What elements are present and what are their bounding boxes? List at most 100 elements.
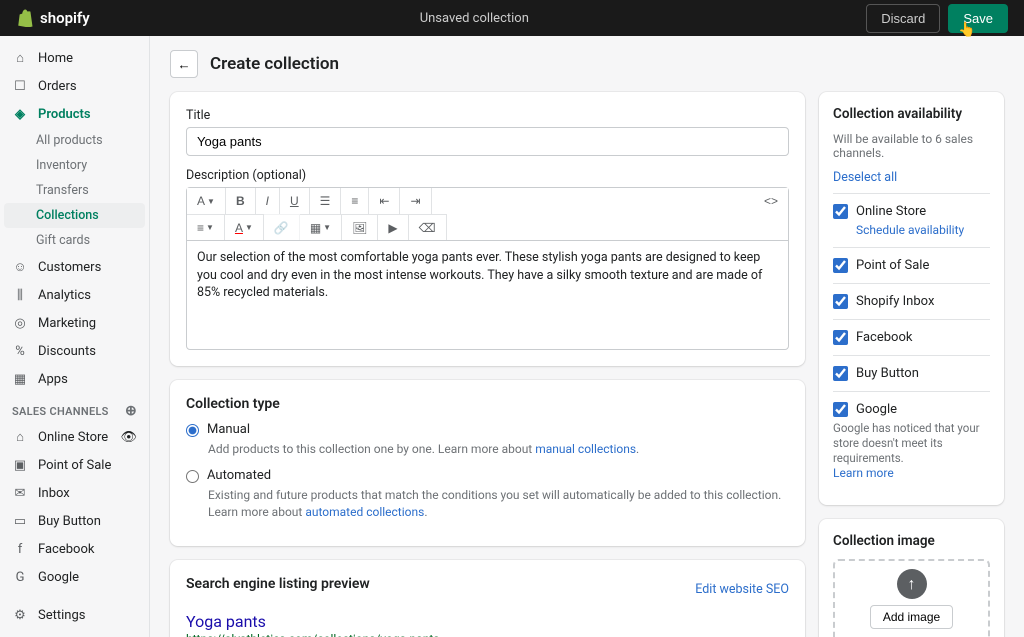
rte-link[interactable]: 🔗	[264, 214, 300, 240]
check-online-store[interactable]	[833, 204, 848, 219]
nav-apps[interactable]: ▦Apps	[0, 365, 149, 393]
rte-italic[interactable]: I	[256, 188, 280, 214]
chevron-down-icon: ▼	[323, 223, 331, 232]
nav-all-products[interactable]: All products	[0, 128, 149, 153]
rte-video[interactable]: ▶	[378, 214, 408, 240]
rte-font-dropdown[interactable]: A ▼	[187, 188, 226, 214]
nav-pos[interactable]: ▣Point of Sale	[0, 451, 149, 479]
rte-align-dropdown[interactable]: ≡ ▼	[187, 214, 225, 240]
seo-heading: Search engine listing preview	[186, 576, 370, 592]
rte-indent[interactable]: ⇥	[400, 188, 431, 214]
check-pos[interactable]	[833, 258, 848, 273]
deselect-all-link[interactable]: Deselect all	[833, 170, 990, 185]
collection-type-card: Collection type Manual Add products to t…	[170, 380, 805, 546]
marketing-icon: ◎	[12, 315, 28, 331]
check-inbox[interactable]	[833, 294, 848, 309]
chevron-down-icon: ▼	[206, 223, 214, 232]
title-input[interactable]	[186, 127, 789, 156]
nav-collections[interactable]: Collections	[4, 203, 145, 228]
nav-online-store[interactable]: ⌂Online Store👁	[0, 423, 149, 451]
nav-buy-button[interactable]: ▭Buy Button	[0, 507, 149, 535]
nav-orders[interactable]: ☐Orders	[0, 72, 149, 100]
topbar-status: Unsaved collection	[420, 11, 867, 26]
title-label: Title	[186, 108, 789, 123]
nav-inventory[interactable]: Inventory	[0, 153, 149, 178]
chevron-down-icon: ▼	[207, 197, 215, 206]
home-icon: ⌂	[12, 50, 28, 66]
rte-table-dropdown[interactable]: ▦ ▼	[300, 214, 342, 240]
image-heading: Collection image	[833, 533, 990, 549]
nav-home[interactable]: ⌂Home	[0, 44, 149, 72]
rte-image[interactable]: 🖼	[342, 214, 378, 240]
rte-underline[interactable]: U	[280, 188, 310, 214]
manual-label: Manual	[207, 422, 250, 437]
rte-clear[interactable]: ⌫	[409, 214, 447, 240]
automated-radio[interactable]	[186, 470, 199, 483]
rte-outdent[interactable]: ⇤	[369, 188, 400, 214]
rte-code-view[interactable]: <>	[754, 188, 788, 214]
discard-button[interactable]: Discard	[866, 4, 940, 33]
nav-transfers[interactable]: Transfers	[0, 178, 149, 203]
nav-facebook[interactable]: fFacebook	[0, 535, 149, 563]
store-icon: ⌂	[12, 429, 28, 445]
desc-label: Description (optional)	[186, 168, 789, 183]
nav-products[interactable]: ◈Products	[0, 100, 149, 128]
automated-link[interactable]: automated collections	[305, 505, 424, 519]
save-button[interactable]: Save	[948, 4, 1008, 33]
back-button[interactable]: ←	[170, 50, 198, 78]
arrow-left-icon: ←	[177, 57, 190, 72]
rte-number-list[interactable]: ≡	[341, 188, 369, 214]
rte-bold[interactable]: B	[226, 188, 256, 214]
nav-google[interactable]: GGoogle	[0, 563, 149, 591]
rte-bullet-list[interactable]: ☰	[310, 188, 342, 214]
chevron-down-icon: ▼	[245, 223, 253, 232]
nav-marketing[interactable]: ◎Marketing	[0, 309, 149, 337]
rte-color-dropdown[interactable]: A ▼	[225, 214, 264, 240]
nav-inbox[interactable]: ✉Inbox	[0, 479, 149, 507]
nav-settings[interactable]: ⚙Settings	[0, 601, 149, 629]
add-channel-icon[interactable]: ⊕	[125, 403, 137, 419]
check-google[interactable]	[833, 402, 848, 417]
seo-preview-title: Yoga pants	[186, 612, 789, 631]
google-learn-more[interactable]: Learn more	[833, 466, 894, 480]
availability-heading: Collection availability	[833, 106, 990, 122]
schedule-link[interactable]: Schedule availability	[856, 223, 990, 237]
manual-link[interactable]: manual collections	[535, 442, 636, 456]
rte-toolbar: A ▼ B I U ☰ ≡ ⇤ ⇥ <> ≡ ▼ A ▼	[186, 187, 789, 240]
upload-icon: ↑	[897, 569, 927, 599]
topbar: shopify Unsaved collection Discard Save	[0, 0, 1024, 36]
seo-card: Search engine listing preview Edit websi…	[170, 560, 805, 637]
brand-logo: shopify	[16, 9, 90, 27]
automated-hint: Existing and future products that match …	[208, 487, 789, 521]
main-content: ← Create collection Title Description (o…	[150, 36, 1024, 637]
automated-label: Automated	[207, 468, 271, 483]
nav-analytics[interactable]: ⫼Analytics	[0, 281, 149, 309]
customers-icon: ☺	[12, 259, 28, 275]
discounts-icon: %	[12, 343, 28, 359]
nav-gift-cards[interactable]: Gift cards	[0, 228, 149, 253]
brand-text: shopify	[40, 9, 90, 27]
pos-icon: ▣	[12, 457, 28, 473]
add-image-button[interactable]: Add image	[870, 605, 953, 629]
availability-card: Collection availability Will be availabl…	[819, 92, 1004, 505]
products-icon: ◈	[12, 106, 28, 122]
inbox-icon: ✉	[12, 485, 28, 501]
type-heading: Collection type	[186, 396, 789, 412]
check-buy-button[interactable]	[833, 366, 848, 381]
nav-customers[interactable]: ☺Customers	[0, 253, 149, 281]
buy-button-icon: ▭	[12, 513, 28, 529]
google-icon: G	[12, 569, 28, 585]
description-editor[interactable]: Our selection of the most comfortable yo…	[186, 240, 789, 350]
edit-seo-link[interactable]: Edit website SEO	[695, 582, 789, 597]
analytics-icon: ⫼	[12, 287, 28, 303]
manual-radio[interactable]	[186, 424, 199, 437]
apps-icon: ▦	[12, 371, 28, 387]
seo-preview-url: https://alyathletics.com/collections/yog…	[186, 632, 789, 637]
check-facebook[interactable]	[833, 330, 848, 345]
google-note: Google has noticed that your store doesn…	[833, 421, 990, 466]
nav-discounts[interactable]: %Discounts	[0, 337, 149, 365]
image-dropzone[interactable]: ↑ Add image or drop an image to upload	[833, 559, 990, 637]
facebook-icon: f	[12, 541, 28, 557]
sidebar: ⌂Home ☐Orders ◈Products All products Inv…	[0, 36, 150, 637]
shopify-icon	[16, 9, 34, 27]
